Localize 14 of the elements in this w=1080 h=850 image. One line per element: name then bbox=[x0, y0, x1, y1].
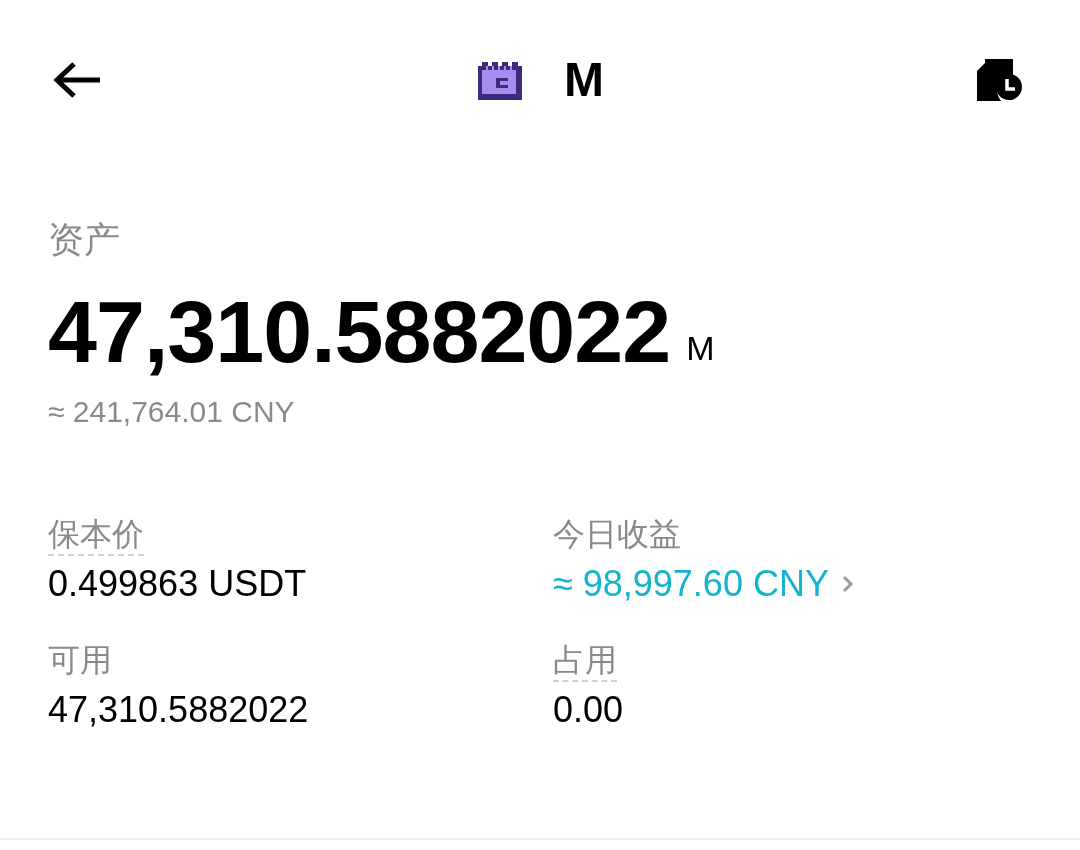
chevron-right-icon bbox=[840, 574, 855, 594]
fiat-value: ≈ 241,764.01 CNY bbox=[48, 394, 295, 430]
earnings-link[interactable]: ≈ 98,997.60 CNY bbox=[553, 560, 1032, 608]
stat-label[interactable]: 占用 bbox=[553, 640, 617, 682]
stat-label[interactable]: 保本价 bbox=[48, 514, 144, 556]
stat-value: 47,310.5882022 bbox=[48, 688, 310, 732]
stat-label: 今日收益 bbox=[553, 515, 681, 554]
stat-value: 0.499863 USDT bbox=[48, 562, 308, 606]
asset-unit: M bbox=[686, 328, 715, 368]
assets-label: 资产 bbox=[48, 218, 120, 262]
stat-label: 可用 bbox=[48, 641, 112, 680]
token-title: M bbox=[564, 52, 604, 108]
stat-value: 0.00 bbox=[553, 688, 625, 732]
asset-amount: 47,310.5882022 bbox=[48, 284, 671, 380]
